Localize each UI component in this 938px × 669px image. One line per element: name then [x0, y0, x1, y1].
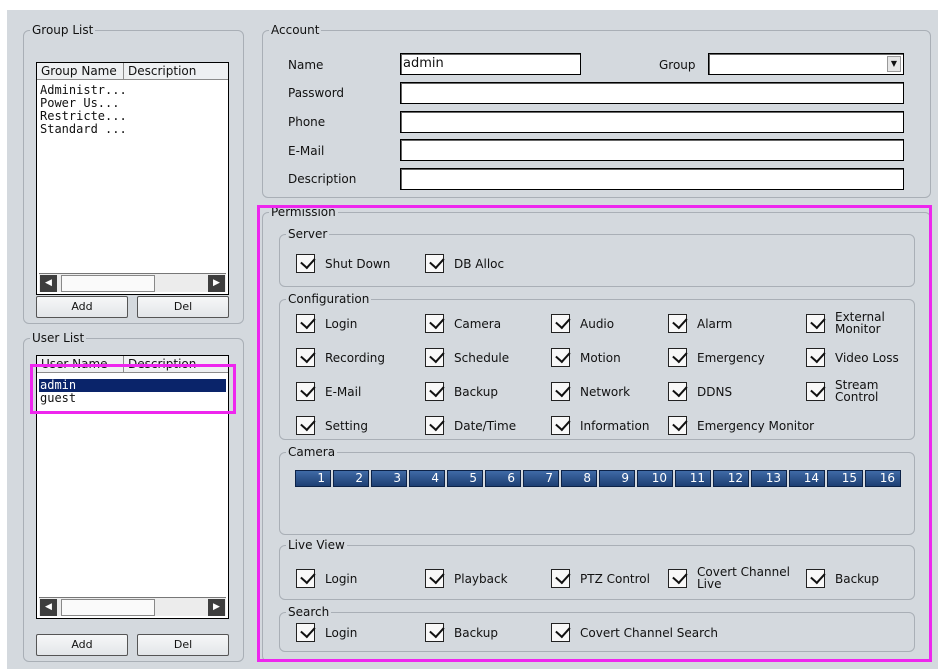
user-list-title: User List [30, 331, 87, 345]
highlight-permission-panel [257, 205, 932, 662]
scroll-right-icon[interactable]: ▶ [208, 275, 225, 292]
scroll-thumb[interactable] [61, 599, 155, 616]
group-list-scrollbar[interactable]: ◀ ▶ [39, 273, 226, 292]
group-select[interactable]: ▼ [708, 53, 904, 75]
column-group-name[interactable]: Group Name [37, 63, 124, 80]
account-title: Account [269, 23, 322, 37]
user-add-button[interactable]: Add [36, 634, 128, 656]
group-del-button[interactable]: Del [137, 296, 229, 318]
phone-label: Phone [288, 115, 326, 129]
group-add-button[interactable]: Add [36, 296, 128, 318]
user-list-scrollbar[interactable]: ◀ ▶ [39, 597, 226, 616]
name-field[interactable]: admin [400, 53, 581, 75]
scroll-right-icon[interactable]: ▶ [208, 599, 225, 616]
group-list-panel: Group List Group Name Description Admini… [23, 23, 244, 324]
list-item[interactable]: Standard ... [40, 123, 127, 136]
group-list-box[interactable]: Group Name Description Administr... Powe… [36, 62, 229, 295]
user-del-button[interactable]: Del [137, 634, 229, 656]
scroll-left-icon[interactable]: ◀ [40, 275, 57, 292]
email-field[interactable] [400, 139, 904, 161]
name-label: Name [288, 58, 324, 72]
account-panel: Account Name admin Group ▼ Password Phon… [262, 23, 931, 198]
scroll-thumb[interactable] [61, 275, 155, 292]
group-list-title: Group List [30, 23, 96, 37]
column-description[interactable]: Description [124, 63, 228, 80]
scroll-left-icon[interactable]: ◀ [40, 599, 57, 616]
password-field[interactable] [400, 82, 904, 104]
highlight-user-selection [30, 364, 236, 414]
group-label: Group [659, 58, 696, 72]
description-field[interactable] [400, 168, 904, 190]
chevron-down-icon[interactable]: ▼ [887, 56, 901, 72]
email-label: E-Mail [288, 144, 325, 158]
description-label: Description [288, 172, 357, 186]
phone-field[interactable] [400, 111, 904, 133]
password-label: Password [288, 86, 345, 100]
group-list-header: Group Name Description [37, 63, 228, 80]
